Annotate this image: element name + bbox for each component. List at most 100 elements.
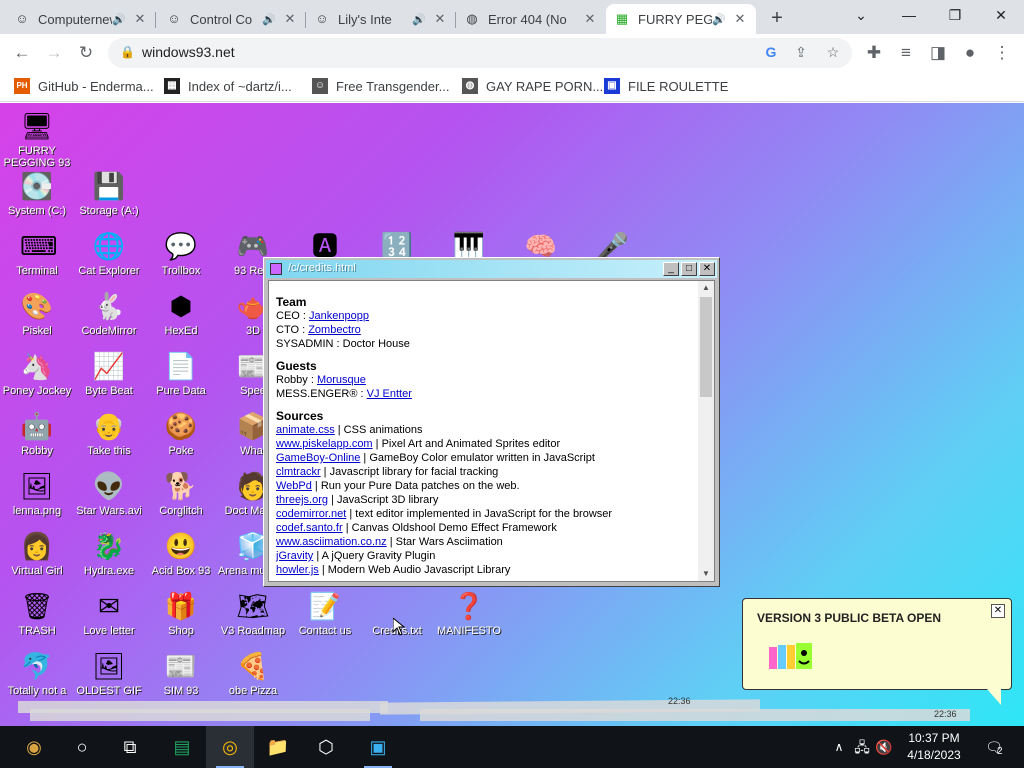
credit-link[interactable]: howler.js xyxy=(276,564,319,576)
bookmark-item[interactable]: ▦ Index of ~dartz/i... xyxy=(164,78,292,94)
taskbar-app-chrome[interactable]: ◎ xyxy=(206,726,254,768)
restore-button[interactable]: ❐ xyxy=(932,0,978,30)
window-maximize-button[interactable]: □ xyxy=(681,262,697,276)
tab-4[interactable]: ◍ Error 404 (No ✕ xyxy=(456,4,606,34)
credits-window[interactable]: /c/credits.html _ □ ✕ Team CEO : Jankenpo… xyxy=(263,257,720,587)
tab-search-button[interactable]: ⌄ xyxy=(838,0,884,30)
notification-close-button[interactable]: ✕ xyxy=(991,604,1005,618)
address-bar[interactable]: 🔒 windows93.net G ⇪ ☆ xyxy=(108,38,852,68)
credit-link[interactable]: codemirror.net xyxy=(276,508,346,520)
desktop-icon-poney-jockey[interactable]: 🦄 Poney Jockey xyxy=(0,349,74,397)
menu-icon[interactable]: ⋮ xyxy=(988,39,1016,67)
desktop-icon-hexed[interactable]: ⬢ HexEd xyxy=(144,289,218,337)
url-text[interactable]: windows93.net xyxy=(142,44,235,60)
desktop-icon-terminal[interactable]: ⌨ Terminal xyxy=(0,229,74,277)
credit-link[interactable]: jGravity xyxy=(276,550,313,562)
tray-chevron-icon[interactable]: ∧ xyxy=(830,726,848,768)
credit-link[interactable]: www.piskelapp.com xyxy=(276,438,373,450)
profile-avatar-icon[interactable]: ● xyxy=(956,39,984,67)
taskbar-app-sheets[interactable]: ▤ xyxy=(158,726,206,768)
credit-link[interactable]: threejs.org xyxy=(276,494,328,506)
desktop-icon-take-this[interactable]: 👴 Take this xyxy=(72,409,146,457)
credit-link[interactable]: Morusque xyxy=(317,374,366,386)
side-panel-icon[interactable]: ◨ xyxy=(924,39,952,67)
credit-link[interactable]: WebPd xyxy=(276,480,312,492)
reload-button[interactable]: ↻ xyxy=(72,39,100,67)
window-minimize-button[interactable]: _ xyxy=(663,262,679,276)
credit-link[interactable]: codef.santo.fr xyxy=(276,522,343,534)
media-control-icon[interactable]: ≡ xyxy=(892,39,920,67)
desktop-icon-poke[interactable]: 🍪 Poke xyxy=(144,409,218,457)
credit-link[interactable]: www.asciimation.co.nz xyxy=(276,536,387,548)
desktop-icon-totally-not[interactable]: 🐬 Totally not a xyxy=(0,649,74,697)
forward-button[interactable]: → xyxy=(40,39,68,67)
tab-2[interactable]: ☺ Control Co 🔊 ✕ xyxy=(158,4,306,34)
task-view-button[interactable]: ⧉ xyxy=(106,726,154,768)
desktop-icon-sim93[interactable]: 📰 SIM 93 xyxy=(144,649,218,697)
bookmark-item[interactable]: PH GitHub - Enderma... xyxy=(14,78,154,94)
desktop-icon-star-wars[interactable]: 👽 Star Wars.avi xyxy=(72,469,146,517)
desktop-icon-byte-beat[interactable]: 📈 Byte Beat xyxy=(72,349,146,397)
google-lens-icon[interactable]: G xyxy=(762,44,780,60)
scroll-down-arrow[interactable]: ▼ xyxy=(698,567,714,581)
credit-link[interactable]: VJ Entter xyxy=(367,388,412,400)
credit-link[interactable]: animate.css xyxy=(276,424,335,436)
desktop-icon-system-c[interactable]: 💽 System (C:) xyxy=(0,169,74,217)
audio-icon[interactable]: 🔊 xyxy=(412,13,428,26)
window-close-button[interactable]: ✕ xyxy=(699,262,715,276)
desktop-icon-furry[interactable]: 🖥 FURRY PEGGING 93 xyxy=(0,109,74,169)
tab-close-button[interactable]: ✕ xyxy=(732,11,748,27)
back-button[interactable]: ← xyxy=(8,39,36,67)
bookmark-item[interactable]: ▣ FILE ROULETTE xyxy=(604,78,728,94)
desktop-icon-robby[interactable]: 🤖 Robby xyxy=(0,409,74,457)
tab-close-button[interactable]: ✕ xyxy=(432,11,448,27)
star-icon[interactable]: ☆ xyxy=(824,44,842,61)
tab-close-button[interactable]: ✕ xyxy=(582,11,598,27)
new-tab-button[interactable]: + xyxy=(764,6,790,32)
desktop-icon-cat-explorer[interactable]: 🌐 Cat Explorer xyxy=(72,229,146,277)
credit-link[interactable]: Zombectro xyxy=(308,324,361,336)
taskbar-app-explorer[interactable]: 📁 xyxy=(254,726,302,768)
desktop-icon-pure-data[interactable]: 📄 Pure Data xyxy=(144,349,218,397)
bookmark-item[interactable]: ☺ Free Transgender... xyxy=(312,78,449,94)
desktop-icon-codemirror[interactable]: 🐇 CodeMirror xyxy=(72,289,146,337)
desktop-icon-contact-us[interactable]: 📝 Contact us xyxy=(288,589,362,637)
tab-5[interactable]: ▦ FURRY PEG 🔊 ✕ xyxy=(606,4,756,34)
desktop-icon-virtual-girl[interactable]: 👩 Virtual Girl xyxy=(0,529,74,577)
lock-icon[interactable]: 🔒 xyxy=(120,45,135,59)
credit-link[interactable]: GameBoy-Online xyxy=(276,452,360,464)
tab-close-button[interactable]: ✕ xyxy=(282,11,298,27)
start-button[interactable]: ◉ xyxy=(10,726,58,768)
window-scrollbar[interactable]: ▲ ▼ xyxy=(698,281,714,581)
desktop-icon-shop[interactable]: 🎁 Shop xyxy=(144,589,218,637)
network-icon[interactable]: 🖧 xyxy=(852,726,872,768)
desktop-icon-storage-a[interactable]: 💾 Storage (A:) xyxy=(72,169,146,217)
desktop-icon-acid-box[interactable]: 😃 Acid Box 93 xyxy=(144,529,218,577)
taskbar-app-w10[interactable]: ▣ xyxy=(354,726,402,768)
credit-link[interactable]: clmtrackr xyxy=(276,466,321,478)
window-titlebar[interactable]: /c/credits.html _ □ ✕ xyxy=(266,260,717,278)
credit-link[interactable]: Jankenpopp xyxy=(309,310,369,322)
volume-muted-icon[interactable]: 🔇 xyxy=(874,726,894,768)
audio-icon[interactable]: 🔊 xyxy=(262,13,278,26)
desktop-icon-manifesto[interactable]: ❓ MANIFESTO xyxy=(432,589,506,637)
scroll-up-arrow[interactable]: ▲ xyxy=(698,281,714,295)
minimize-button[interactable]: — xyxy=(886,0,932,30)
taskbar-app-3d[interactable]: ⬡ xyxy=(302,726,350,768)
close-window-button[interactable]: ✕ xyxy=(978,0,1024,30)
search-button[interactable]: ○ xyxy=(58,726,106,768)
desktop-icon-piskel[interactable]: 🎨 Piskel xyxy=(0,289,74,337)
desktop-icon-pizza[interactable]: 🍕 obe Pizza xyxy=(216,649,290,697)
beta-notification[interactable]: VERSION 3 PUBLIC BETA OPEN ✕ xyxy=(742,598,1012,705)
tab-3[interactable]: ☺ Lily's Inte 🔊 ✕ xyxy=(306,4,456,34)
tab-1[interactable]: ☺ Computernewb🔊 ✕ xyxy=(6,4,156,34)
desktop-icon-oldest-gif[interactable]: 🖼 OLDEST GIF xyxy=(72,649,146,697)
desktop-icon-trollbox[interactable]: 💬 Trollbox xyxy=(144,229,218,277)
audio-icon[interactable]: 🔊 xyxy=(712,13,728,26)
desktop-icon-corglitch[interactable]: 🐕 Corglitch xyxy=(144,469,218,517)
taskbar-clock[interactable]: 10:37 PM 4/18/2023 xyxy=(896,730,972,764)
desktop-icon-hydra[interactable]: 🐉 Hydra.exe xyxy=(72,529,146,577)
extensions-icon[interactable]: ✚ xyxy=(860,39,888,67)
desktop-icon-love-letter[interactable]: ✉ Love letter xyxy=(72,589,146,637)
bookmark-item[interactable]: ◍ GAY RAPE PORN... xyxy=(462,78,603,94)
